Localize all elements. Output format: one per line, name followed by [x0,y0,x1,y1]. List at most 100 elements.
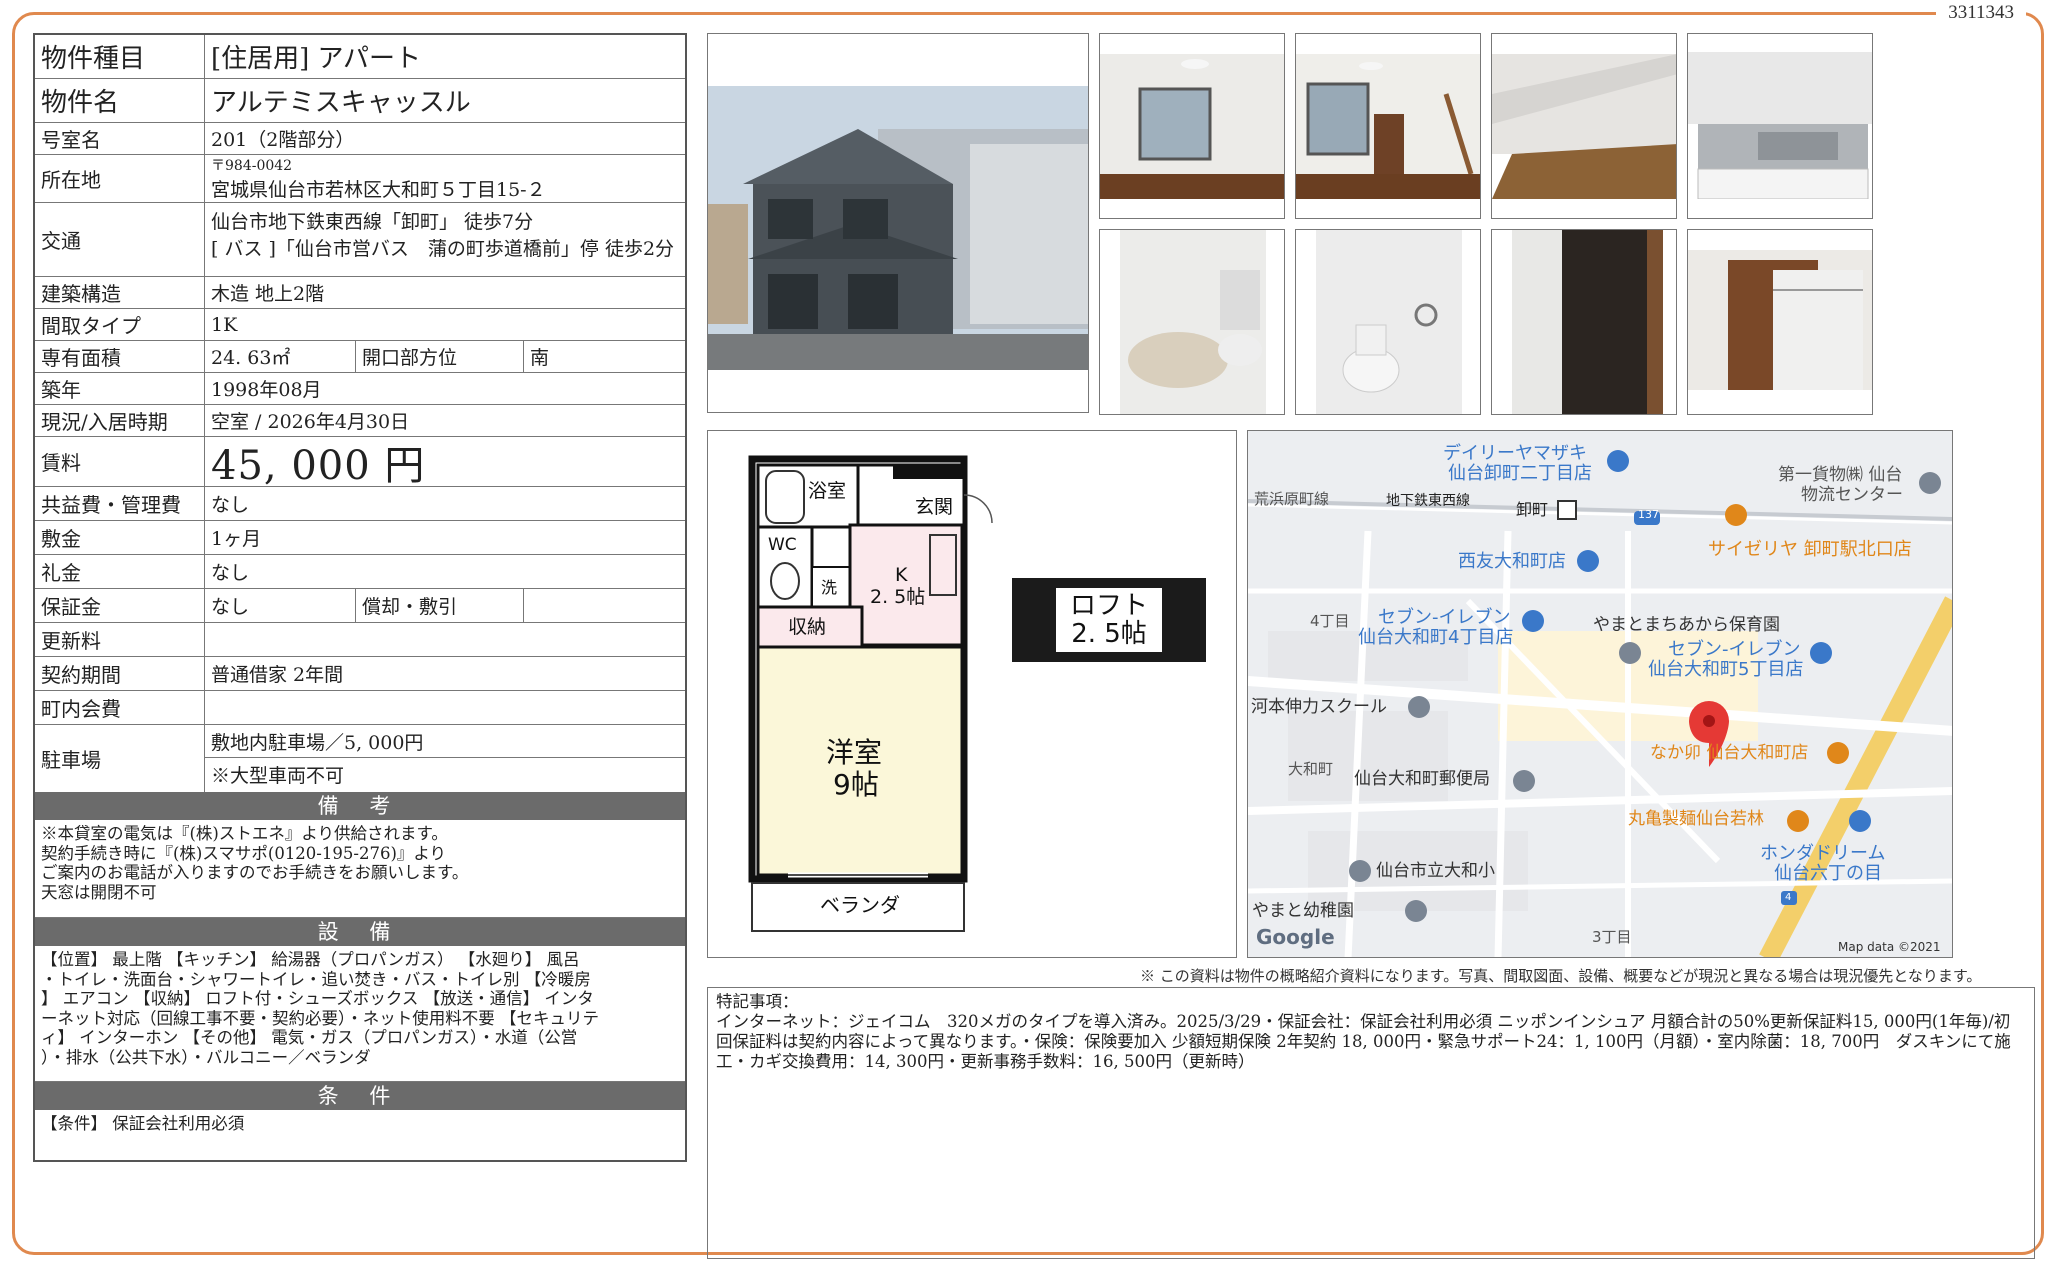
plan-room-size: 9帖 [833,768,879,801]
row-contract: 契約期間 普通借家 2年間 [35,657,685,691]
plan-wc: WC [768,535,797,555]
map-label: やまと幼稚園 [1252,901,1354,921]
plan-bath: 浴室 [808,480,847,502]
map-label: ホンダドリーム [1760,843,1886,864]
row-room: 号室名 201（2階部分） [35,123,685,155]
remarks-body: ※本貸室の電気は『(株)ストエネ』より供給されます。 契約手続き時に『(株)スマ… [35,820,685,918]
row-fee: 共益費・管理費 なし [35,487,685,521]
plan-entrance: 玄関 [915,496,954,518]
document-id: 3311343 [1936,2,2026,24]
disclaimer-text: ※ この資料は物件の概略紹介資料になります。写真、間取図面、設備、概要などが現況… [1140,967,1982,985]
label-key-money: 礼金 [35,555,205,588]
remarks-line: 天窓は開閉不可 [41,882,157,902]
value-amortize [523,589,685,622]
property-info-table: 物件種目 [住居用] アパート 物件名 アルテミスキャッスル 号室名 201（2… [33,33,687,1162]
plan-wash: 洗 [821,578,838,597]
map-label: 仙台大和町郵便局 [1354,769,1490,789]
map-attribution: Map data ©2021 [1838,940,1941,954]
row-community: 町内会費 [35,691,685,725]
map-label: 4丁目 [1310,612,1350,630]
row-transport: 交通 仙台市地下鉄東西線「卸町」 徒歩7分 [ バス ]「仙台市営バス 蒲の町歩… [35,203,685,277]
row-parking: 駐車場 敷地内駐車場／5, 000円 ※大型車両不可 [35,725,685,792]
row-key-money: 礼金 なし [35,555,685,589]
map-label: 3丁目 [1592,928,1632,946]
special-notes: 特記事項： インターネット：ジェイコム 320メガのタイプを導入済み。2025/… [707,987,2035,1259]
map-route-badge: 137 [1638,508,1659,521]
facilities-line: ・トイレ・洗面台・シャワートイレ・追い焚き・バス・トイレ別 【冷暖房 [41,969,591,989]
map-label: 西友大和町店 [1458,551,1566,572]
facilities-line: 【位置】 最上階 【キッチン】 給湯器（プロパンガス） 【水廻り】 風呂 [41,950,580,969]
map-label: サイゼリヤ 卸町駅北口店 [1708,539,1912,560]
remarks-line: ※本貸室の電気は『(株)ストエネ』より供給されます。 [41,824,448,843]
label-status: 現況/入居時期 [35,405,205,436]
row-guarantee: 保証金 なし 償却・敷引 [35,589,685,623]
google-logo: Google [1256,925,1335,949]
remarks-line: ご案内のお電話が入りますのでお手続きをお願いします。 [41,863,469,882]
loft-size: 2. 5帖 [1071,619,1147,649]
value-rent: 45, 000 円 [211,442,426,489]
plan-room: 洋室 [826,736,883,769]
map-label: 仙台卸町二丁目店 [1448,463,1592,484]
floor-plan: 浴室 玄関 WC 洗 K 2. 5帖 収納 洋室 9帖 ベランダ [707,430,1237,958]
value-renewal [205,623,685,656]
label-area: 専有面積 [35,341,205,372]
value-contract: 普通借家 2年間 [211,664,344,686]
photo-bath [1099,229,1285,415]
plan-veranda: ベランダ [820,893,900,917]
facilities-header: 設 備 [35,918,685,946]
value-area: 24. 63㎡ [211,347,291,369]
value-guarantee: なし [211,596,250,618]
label-renewal: 更新料 [35,623,205,656]
value-structure: 木造 地上2階 [211,283,325,305]
transport-line-2: [ バス ]「仙台市営バス 蒲の町歩道橋前」停 徒歩2分 [211,238,675,260]
map-label: 仙台大和町4丁目店 [1358,627,1514,648]
label-rent: 賃料 [35,437,205,486]
map-label: 仙台市立大和小 [1376,861,1495,881]
label-community: 町内会費 [35,691,205,724]
value-room: 201（2階部分） [211,129,355,151]
map-label: セブン-イレブン [1378,607,1511,628]
label-parking: 駐車場 [35,725,205,792]
address-text: 宮城県仙台市若林区大和町５丁目15-２ [211,179,546,201]
map-label: 荒浜原町線 [1254,490,1330,508]
map-label: デイリーヤマザキ [1443,443,1587,464]
row-renewal: 更新料 [35,623,685,657]
notes-title: 特記事項： [716,992,799,1011]
label-address: 所在地 [35,155,205,202]
map-label: なか卯 仙台大和町店 [1650,743,1809,763]
value-parking-2: ※大型車両不可 [211,765,345,787]
photo-shoe-box [1491,229,1677,415]
label-contract: 契約期間 [35,657,205,690]
row-layout: 間取タイプ 1K [35,309,685,341]
notes-text: インターネット：ジェイコム 320メガのタイプを導入済み。2025/3/29・保… [716,1012,2011,1071]
loft-label: ロフト [1069,591,1148,621]
label-room: 号室名 [35,123,205,154]
row-property-type: 物件種目 [住居用] アパート [35,35,685,79]
photo-loft [1491,33,1677,219]
label-fee: 共益費・管理費 [35,487,205,520]
map-label: 第一貨物㈱ 仙台 [1778,465,1903,485]
map-label: 大和町 [1288,760,1334,778]
map-label: 丸亀製麺仙台若林 [1628,809,1764,829]
row-deposit: 敷金 1ヶ月 [35,521,685,555]
value-built: 1998年08月 [211,379,322,401]
map-label: やまとまちあから保育園 [1593,615,1780,635]
plan-kitchen-size: 2. 5帖 [870,586,926,608]
conditions-text: 【条件】 保証会社利用必須 [41,1114,245,1133]
map-label: 地下鉄東西線 [1386,493,1470,509]
facilities-body: 【位置】 最上階 【キッチン】 給湯器（プロパンガス） 【水廻り】 風呂 ・トイ… [35,946,685,1082]
label-transport: 交通 [35,203,205,276]
photo-room-2 [1295,33,1481,219]
label-structure: 建築構造 [35,277,205,308]
remarks-line: 契約手続き時に『(株)スマサポ(0120-195-276)』より [41,843,447,863]
map-label: 物流センター [1801,485,1903,505]
value-key-money: なし [211,562,250,584]
value-community [205,691,685,724]
map-label: 河本伸力スクール [1251,697,1387,717]
transport-line-1: 仙台市地下鉄東西線「卸町」 徒歩7分 [211,211,534,233]
map-label: 卸町 [1516,500,1549,519]
facilities-line: 】 エアコン 【収納】 ロフト付・シューズボックス 【放送・通信】 インタ [41,989,594,1008]
value-deposit: 1ヶ月 [211,528,262,550]
photo-toilet [1295,229,1481,415]
facilities-line: ）・排水（公共下水）・バルコニー／ベランダ [41,1047,371,1067]
